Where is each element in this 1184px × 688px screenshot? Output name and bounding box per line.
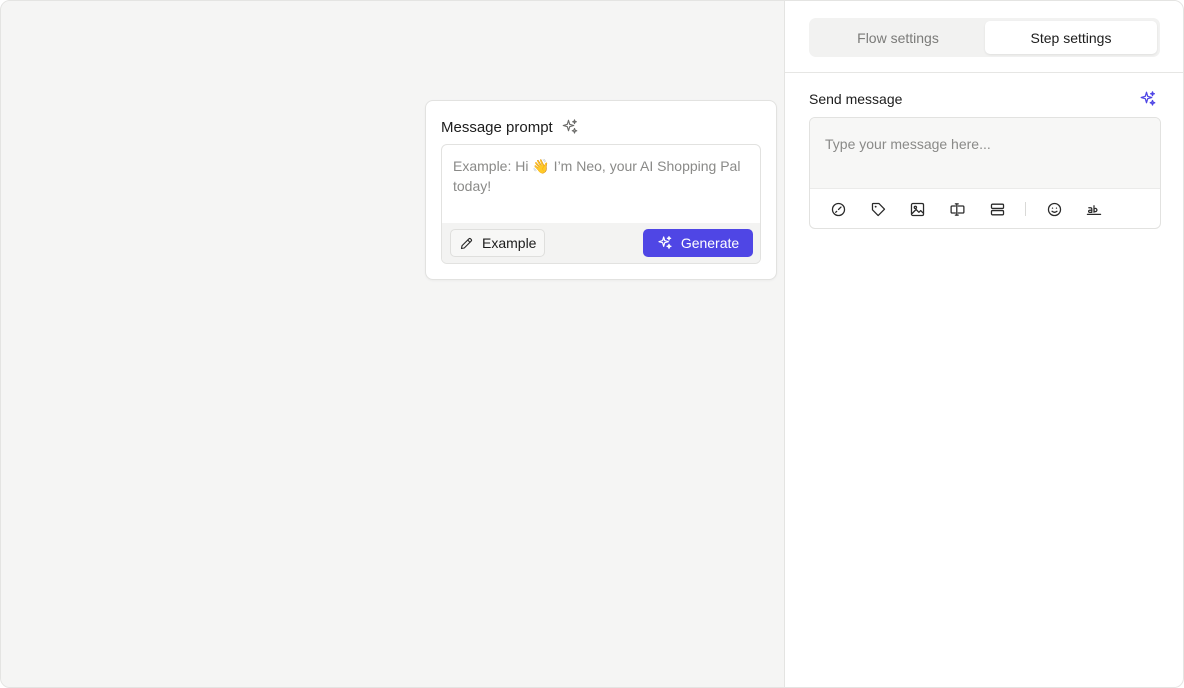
cards-icon[interactable] xyxy=(987,199,1007,219)
message-input-area xyxy=(810,118,1160,189)
sparkle-icon[interactable] xyxy=(1139,90,1157,108)
tag-icon[interactable] xyxy=(868,199,888,219)
speed-icon[interactable] xyxy=(828,199,848,219)
example-button[interactable]: Example xyxy=(450,229,546,257)
message-prompt-card[interactable]: Message prompt Example: Hi 👋 I’m Neo, yo… xyxy=(425,100,777,280)
pencil-icon xyxy=(459,236,474,251)
prompt-textarea[interactable]: Example: Hi 👋 I’m Neo, your AI Shopping … xyxy=(441,144,761,264)
sparkle-icon xyxy=(657,235,673,251)
variable-icon[interactable] xyxy=(1084,199,1104,219)
button-icon[interactable] xyxy=(947,199,967,219)
generate-button[interactable]: Generate xyxy=(643,229,753,257)
tab-step-settings[interactable]: Step settings xyxy=(985,21,1157,54)
toolbar-separator xyxy=(1025,202,1026,216)
example-button-label: Example xyxy=(482,235,537,251)
message-toolbar xyxy=(810,189,1160,228)
settings-tabs: Flow settings Step settings xyxy=(809,18,1160,57)
tab-flow-settings[interactable]: Flow settings xyxy=(812,21,984,54)
image-icon[interactable] xyxy=(907,199,927,219)
emoji-icon[interactable] xyxy=(1044,199,1064,219)
prompt-actions: Example Generate xyxy=(442,223,760,263)
send-message-title: Send message xyxy=(809,91,903,107)
flow-canvas[interactable]: Message prompt Example: Hi 👋 I’m Neo, yo… xyxy=(1,1,784,687)
message-editor xyxy=(809,117,1161,229)
settings-panel: Flow settings Step settings Send message xyxy=(784,1,1183,687)
app-frame: Message prompt Example: Hi 👋 I’m Neo, yo… xyxy=(0,0,1184,688)
panel-divider xyxy=(785,72,1183,73)
message-input[interactable] xyxy=(825,133,1145,155)
generate-button-label: Generate xyxy=(680,235,740,251)
sparkle-icon xyxy=(561,118,579,136)
prompt-card-header: Message prompt xyxy=(441,117,579,137)
prompt-placeholder[interactable]: Example: Hi 👋 I’m Neo, your AI Shopping … xyxy=(453,156,753,196)
prompt-card-title: Message prompt xyxy=(441,118,553,136)
